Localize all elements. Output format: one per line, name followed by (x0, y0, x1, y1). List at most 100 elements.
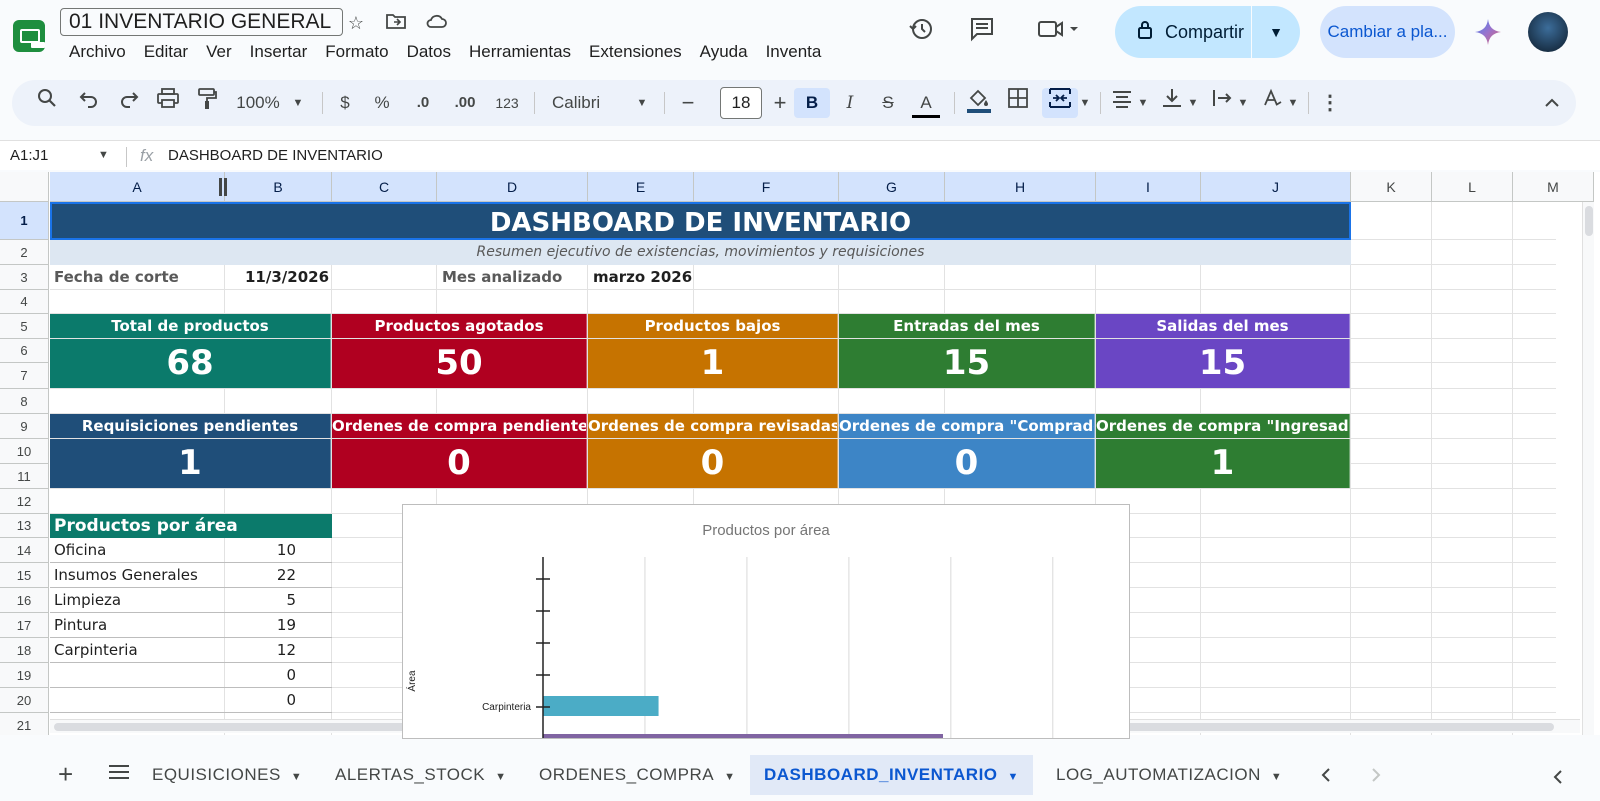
sheets-logo-icon[interactable] (13, 20, 45, 52)
column-header-d[interactable]: D (437, 172, 588, 202)
area-count-cell[interactable]: 12 (225, 638, 296, 663)
column-header-c[interactable]: C (332, 172, 437, 202)
paint-format-icon[interactable] (194, 88, 220, 118)
tab-dropdown-icon[interactable]: ▼ (1008, 771, 1019, 783)
font-select[interactable]: Calibri (552, 88, 622, 118)
row-header-15[interactable]: 15 (0, 563, 49, 588)
fecha-corte-value[interactable]: 11/3/2026 (245, 265, 345, 290)
row-header-8[interactable]: 8 (0, 389, 49, 414)
name-box[interactable]: A1:J1 (10, 145, 110, 167)
search-icon[interactable] (34, 88, 60, 118)
mes-analizado-label[interactable]: Mes analizado (442, 265, 582, 290)
kpi-label-entradas-del-mes[interactable]: Entradas del mes (839, 314, 1095, 338)
row-header-1[interactable]: 1 (0, 202, 49, 240)
more-options-icon[interactable]: ⋮ (1318, 88, 1342, 118)
italic-button[interactable]: I (836, 88, 864, 118)
font-dropdown-icon[interactable]: ▼ (634, 88, 650, 118)
wrap-dropdown-icon[interactable]: ▼ (1236, 88, 1250, 118)
row-header-11[interactable]: 11 (0, 464, 49, 489)
video-icon[interactable] (1034, 16, 1084, 48)
undo-icon[interactable] (76, 88, 102, 118)
kpi-label-ordenes-de-compra-ingresado[interactable]: Ordenes de compra "Ingresado" (1096, 414, 1350, 438)
column-header-k[interactable]: K (1351, 172, 1432, 202)
sheet-tab-dashboard-inventario[interactable]: DASHBOARD_INVENTARIO ▼ (750, 755, 1033, 795)
comment-icon[interactable] (966, 16, 998, 48)
document-title[interactable]: 01 INVENTARIO GENERAL (60, 8, 343, 36)
borders-icon[interactable] (1004, 88, 1032, 118)
avatar[interactable] (1528, 12, 1568, 52)
area-count-cell[interactable]: 22 (225, 563, 296, 588)
column-header-g[interactable]: G (839, 172, 945, 202)
fecha-corte-label[interactable]: Fecha de corte (54, 265, 224, 290)
area-name-cell[interactable]: Limpieza (54, 588, 225, 613)
merge-dropdown-icon[interactable]: ▼ (1078, 88, 1092, 118)
kpi-value-total-de-productos[interactable]: 68 (50, 339, 331, 388)
currency-format-button[interactable]: $ (334, 88, 356, 118)
row-header-5[interactable]: 5 (0, 314, 49, 339)
explore-panel-icon[interactable] (1552, 769, 1564, 790)
increase-decimal-button[interactable]: .00 (448, 88, 482, 118)
mes-analizado-value[interactable]: marzo 2026 (593, 265, 733, 290)
vertical-scrollbar[interactable] (1582, 202, 1594, 735)
number-format-button[interactable]: 123 (490, 88, 524, 118)
text-color-button[interactable]: A (912, 88, 940, 118)
tab-dropdown-icon[interactable]: ▼ (495, 771, 506, 783)
row-header-10[interactable]: 10 (0, 439, 49, 464)
menu-editar[interactable]: Editar (135, 40, 197, 64)
area-count-cell[interactable]: 0 (225, 688, 296, 713)
redo-icon[interactable] (116, 88, 142, 118)
switch-button[interactable]: Cambiar a pla... (1320, 6, 1455, 58)
text-rotation-icon[interactable] (1258, 88, 1286, 118)
tab-dropdown-icon[interactable]: ▼ (291, 771, 302, 783)
dashboard-title[interactable]: DASHBOARD DE INVENTARIO (50, 202, 1351, 240)
collapse-toolbar-icon[interactable] (1540, 88, 1564, 118)
font-size-input[interactable]: 18 (720, 87, 762, 119)
horizontal-align-icon[interactable] (1108, 88, 1136, 118)
sheet-tab-alertas-stock[interactable]: ALERTAS_STOCK ▼ (335, 755, 507, 795)
area-name-cell[interactable] (54, 663, 225, 688)
kpi-label-total-de-productos[interactable]: Total de productos (50, 314, 331, 338)
menu-extensiones[interactable]: Extensiones (580, 40, 691, 64)
area-count-cell[interactable]: 5 (225, 588, 296, 613)
percent-format-button[interactable]: % (370, 88, 394, 118)
sheet-tab-ordenes-compra[interactable]: ORDENES_COMPRA ▼ (539, 755, 736, 795)
column-header-e[interactable]: E (588, 172, 694, 202)
column-header-f[interactable]: F (694, 172, 839, 202)
row-header-20[interactable]: 20 (0, 688, 49, 713)
row-header-9[interactable]: 9 (0, 414, 49, 439)
column-header-j[interactable]: J (1201, 172, 1351, 202)
fill-color-icon[interactable] (964, 88, 994, 118)
column-resize-handle[interactable] (219, 178, 227, 196)
dashboard-subtitle[interactable]: Resumen ejecutivo de existencias, movimi… (50, 240, 1351, 265)
area-count-cell[interactable]: 19 (225, 613, 296, 638)
select-all-corner[interactable] (0, 172, 49, 202)
cloud-icon[interactable] (425, 12, 447, 34)
menu-ver[interactable]: Ver (197, 40, 241, 64)
column-header-b[interactable]: B (225, 172, 332, 202)
sheet-tab-requisiciones[interactable]: EQUISICIONES ▼ (152, 755, 302, 795)
kpi-value-ordenes-de-compra-revisadas[interactable]: 0 (588, 439, 838, 488)
menu-archivo[interactable]: Archivo (60, 40, 135, 64)
area-count-cell[interactable]: 0 (225, 663, 296, 688)
row-header-18[interactable]: 18 (0, 638, 49, 663)
kpi-value-requisiciones-pendientes[interactable]: 1 (50, 439, 331, 488)
menu-insertar[interactable]: Insertar (241, 40, 317, 64)
chart-bar-partial[interactable] (543, 734, 943, 740)
share-dropdown-icon[interactable]: ▼ (1252, 24, 1300, 40)
column-header-i[interactable]: I (1096, 172, 1201, 202)
row-header-4[interactable]: 4 (0, 290, 49, 314)
row-header-3[interactable]: 3 (0, 265, 49, 290)
kpi-label-productos-bajos[interactable]: Productos bajos (588, 314, 838, 338)
kpi-value-ordenes-de-compra-comprado[interactable]: 0 (839, 439, 1095, 488)
area-table-header[interactable]: Productos por área (50, 514, 332, 538)
column-header-l[interactable]: L (1432, 172, 1513, 202)
text-wrap-icon[interactable] (1208, 88, 1236, 118)
row-header-7[interactable]: 7 (0, 363, 49, 389)
column-header-m[interactable]: M (1513, 172, 1594, 202)
row-header-13[interactable]: 13 (0, 514, 49, 538)
name-box-dropdown-icon[interactable]: ▼ (98, 149, 109, 161)
history-icon[interactable] (905, 16, 937, 48)
kpi-value-entradas-del-mes[interactable]: 15 (839, 339, 1095, 388)
tab-dropdown-icon[interactable]: ▼ (724, 771, 735, 783)
menu-herramientas[interactable]: Herramientas (460, 40, 580, 64)
